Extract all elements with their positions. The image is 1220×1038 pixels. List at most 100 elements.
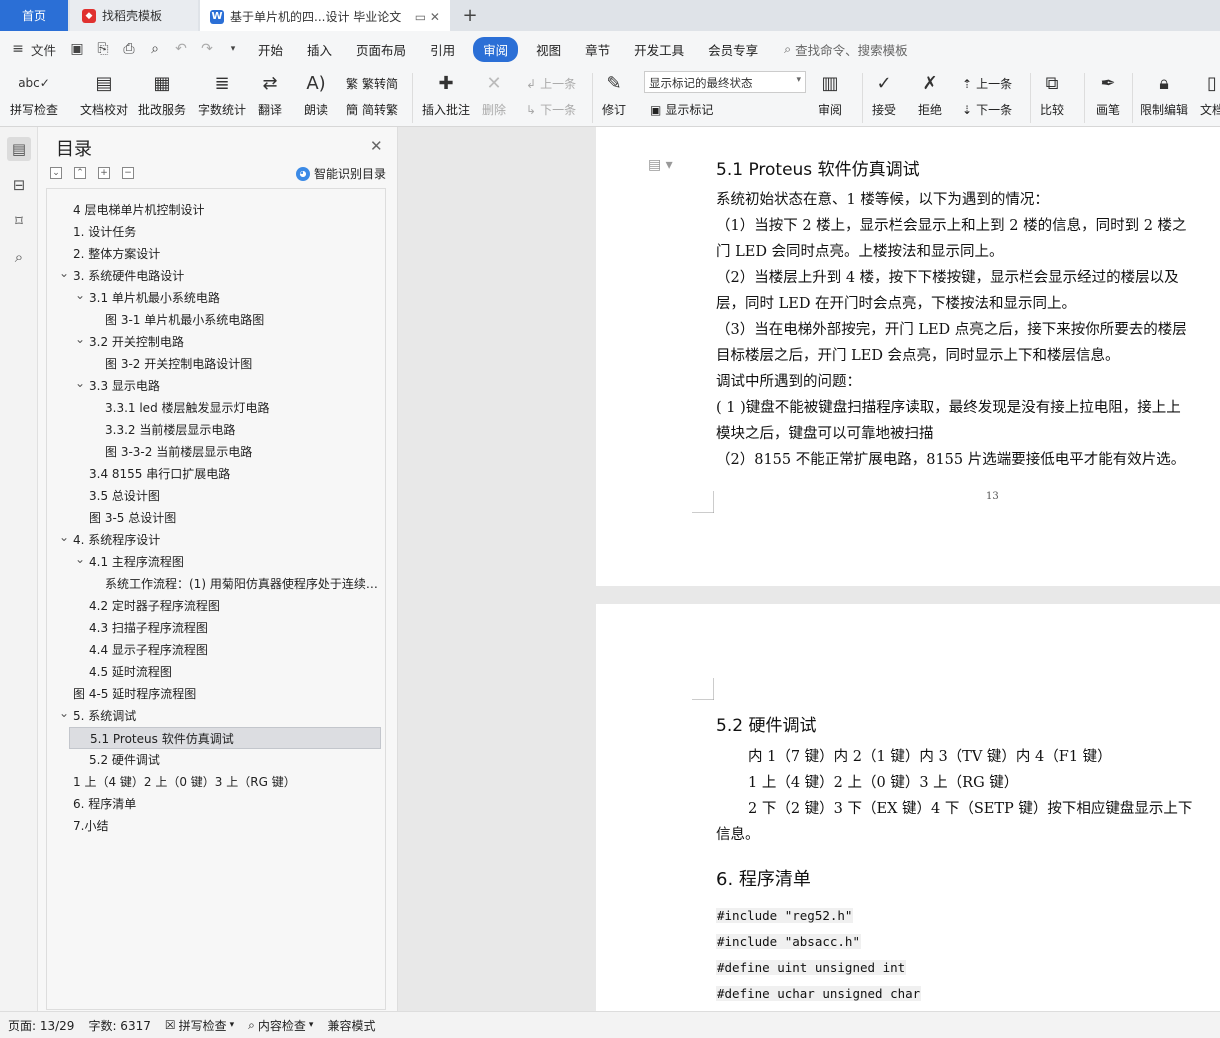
toc-item[interactable]: 图 3-2 开关控制电路设计图 (47, 353, 385, 375)
toc-item[interactable]: ⌄ 4. 系统程序设计 (47, 529, 385, 551)
delete-comment-button[interactable]: ✕ 删除 (480, 69, 508, 118)
menu-review[interactable]: 审阅 (473, 36, 519, 62)
toc-item[interactable]: 6. 程序清单 (47, 793, 385, 815)
next-comment-icon: ↳ (526, 102, 537, 117)
prev-change-button[interactable]: ⇡ 上一条 (962, 75, 1012, 92)
toc-item[interactable]: ⌄ 3.3 显示电路 (47, 375, 385, 397)
toc-item[interactable]: 4.2 定时器子程序流程图 (47, 595, 385, 617)
markup-state-select[interactable]: 显示标记的最终状态 ▾ (644, 71, 806, 93)
toc-item[interactable]: 图 3-3-2 当前楼层显示电路 (47, 441, 385, 463)
batch-service-button[interactable]: ▦ 批改服务 (138, 69, 186, 118)
tab-home[interactable]: 首页 (0, 0, 68, 31)
spellcheck-status[interactable]: ☒ 拼写检查 ▾ (165, 1017, 234, 1034)
menu-section[interactable]: 章节 (573, 40, 622, 59)
chevron-down-icon[interactable]: ⌄ (59, 265, 69, 284)
chevron-down-icon[interactable]: ⌄ (59, 705, 69, 724)
toc-item[interactable]: 4 层电梯单片机控制设计 (47, 199, 385, 221)
insert-comment-button[interactable]: ✚ 插入批注 (422, 69, 470, 118)
simp-to-trad-button[interactable]: 簡简转繁 (346, 101, 398, 118)
chevron-down-icon[interactable]: ⌄ (75, 551, 85, 570)
menu-developer[interactable]: 开发工具 (622, 40, 696, 59)
page-indicator[interactable]: 页面: 13/29 (8, 1017, 74, 1034)
toc-item[interactable]: 3.5 总设计图 (47, 485, 385, 507)
read-aloud-button[interactable]: A) 朗读 (302, 69, 330, 118)
bookmark-icon[interactable]: ⌑ (7, 209, 31, 233)
compare-button[interactable]: ⧉ 比较 (1038, 69, 1066, 118)
document-outline-icon[interactable]: ▤ ▾ (648, 157, 673, 173)
toc-item[interactable]: 4.5 延时流程图 (47, 661, 385, 683)
toc-item[interactable]: 图 3-5 总设计图 (47, 507, 385, 529)
chevron-down-icon[interactable]: ⌄ (75, 375, 85, 394)
toc-item[interactable]: 5.2 硬件调试 (47, 749, 385, 771)
hamburger-icon[interactable]: ≡ (10, 41, 26, 57)
toc-panel-icon[interactable]: ▤ (7, 137, 31, 161)
save-icon[interactable]: ▣ (69, 41, 85, 57)
menu-member[interactable]: 会员专享 (696, 40, 770, 59)
next-comment-button[interactable]: ↳ 下一条 (526, 101, 576, 118)
trad-to-simp-button[interactable]: 繁繁转简 (346, 75, 398, 92)
undo-icon[interactable]: ↶ (173, 41, 189, 57)
toc-item[interactable]: ⌄ 3. 系统硬件电路设计 (47, 265, 385, 287)
wordcount-button[interactable]: ≣ 字数统计 (198, 69, 246, 118)
toc-item[interactable]: ⌄ 3.2 开关控制电路 (47, 331, 385, 353)
spellcheck-button[interactable]: abc✓ 拼写检查 (10, 69, 58, 118)
prev-comment-button[interactable]: ↲ 上一条 (526, 75, 576, 92)
toc-item[interactable]: 7.小结 (47, 815, 385, 837)
collapse-all-icon[interactable]: ⌄ (50, 167, 62, 179)
toc-item[interactable]: ⌄ 4.1 主程序流程图 (47, 551, 385, 573)
track-changes-button[interactable]: ✎ 修订 (600, 69, 628, 118)
menu-reference[interactable]: 引用 (418, 40, 467, 59)
menu-view[interactable]: 视图 (524, 40, 573, 59)
print-icon[interactable]: ⎙ (121, 41, 137, 57)
toc-item[interactable]: 4.4 显示子程序流程图 (47, 639, 385, 661)
accept-button[interactable]: ✓ 接受 (870, 69, 898, 118)
search-icon[interactable]: ⌕ (7, 245, 31, 269)
show-markup-button[interactable]: ▣ 显示标记 (650, 101, 713, 118)
expand-icon[interactable]: + (98, 167, 110, 179)
document-rights-button[interactable]: ▯ 文档 (1198, 69, 1220, 118)
toc-item[interactable]: ⌄ 5. 系统调试 (47, 705, 385, 727)
tab-document[interactable]: W 基于单片机的四...设计 毕业论文 ▭ ✕ (200, 0, 450, 31)
pen-button[interactable]: ✒ 画笔 (1094, 69, 1122, 118)
toc-item[interactable]: 1. 设计任务 (47, 221, 385, 243)
navigation-icon[interactable]: ⊟ (7, 173, 31, 197)
review-pane-button[interactable]: ▥ 审阅 (816, 69, 844, 118)
toc-item[interactable]: 系统工作流程：(1) 用菊阳仿真器使程序处于连续运行状态 (47, 573, 385, 595)
chevron-down-icon[interactable]: ⌄ (59, 529, 69, 548)
chevron-down-icon[interactable]: ▾ (225, 41, 241, 57)
chevron-down-icon[interactable]: ⌄ (75, 287, 85, 306)
word-count[interactable]: 字数: 6317 (88, 1017, 150, 1034)
redo-icon[interactable]: ↷ (199, 41, 215, 57)
print-preview-icon[interactable]: ⌕ (147, 41, 163, 57)
toc-item[interactable]: 3.3.1 led 楼层触发显示灯电路 (47, 397, 385, 419)
menu-page-layout[interactable]: 页面布局 (344, 40, 418, 59)
new-tab-button[interactable]: + (458, 0, 482, 31)
tab-daoke-template[interactable]: ◆ 找稻壳模板 (70, 0, 198, 31)
doc-proof-button[interactable]: ▤ 文档校对 (80, 69, 128, 118)
translate-button[interactable]: ⇄ 翻译 (256, 69, 284, 118)
toc-item[interactable]: 图 4-5 延时程序流程图 (47, 683, 385, 705)
menu-insert[interactable]: 插入 (295, 40, 344, 59)
chevron-down-icon[interactable]: ⌄ (75, 331, 85, 350)
expand-up-icon[interactable]: ⌃ (74, 167, 86, 179)
tab-close-icon[interactable]: ▭ ✕ (415, 10, 440, 24)
menu-file[interactable]: 文件 (31, 40, 56, 59)
restrict-edit-button[interactable]: 🔒︎ 限制编辑 (1140, 69, 1188, 118)
export-icon[interactable]: ⎘ (95, 41, 111, 57)
toc-item[interactable]: 2. 整体方案设计 (47, 243, 385, 265)
collapse-icon[interactable]: − (122, 167, 134, 179)
toc-item[interactable]: 3.4 8155 串行口扩展电路 (47, 463, 385, 485)
close-icon[interactable]: ✕ (370, 137, 383, 155)
toc-item[interactable]: 4.3 扫描子程序流程图 (47, 617, 385, 639)
toc-item[interactable]: 5.1 Proteus 软件仿真调试 (69, 727, 381, 749)
toc-item[interactable]: 3.3.2 当前楼层显示电路 (47, 419, 385, 441)
command-search[interactable]: ⌕ 查找命令、搜索模板 (784, 40, 908, 59)
reject-button[interactable]: ✗ 拒绝 (916, 69, 944, 118)
next-change-button[interactable]: ⇣ 下一条 (962, 101, 1012, 118)
toc-item[interactable]: 图 3-1 单片机最小系统电路图 (47, 309, 385, 331)
toc-item[interactable]: 1 上（4 键）2 上（0 键）3 上（RG 键） (47, 771, 385, 793)
menu-start[interactable]: 开始 (246, 40, 295, 59)
toc-item[interactable]: ⌄ 3.1 单片机最小系统电路 (47, 287, 385, 309)
smart-toc-button[interactable]: ◕ 智能识别目录 (296, 165, 386, 182)
content-check-status[interactable]: ⌕ 内容检查 ▾ (248, 1017, 313, 1034)
